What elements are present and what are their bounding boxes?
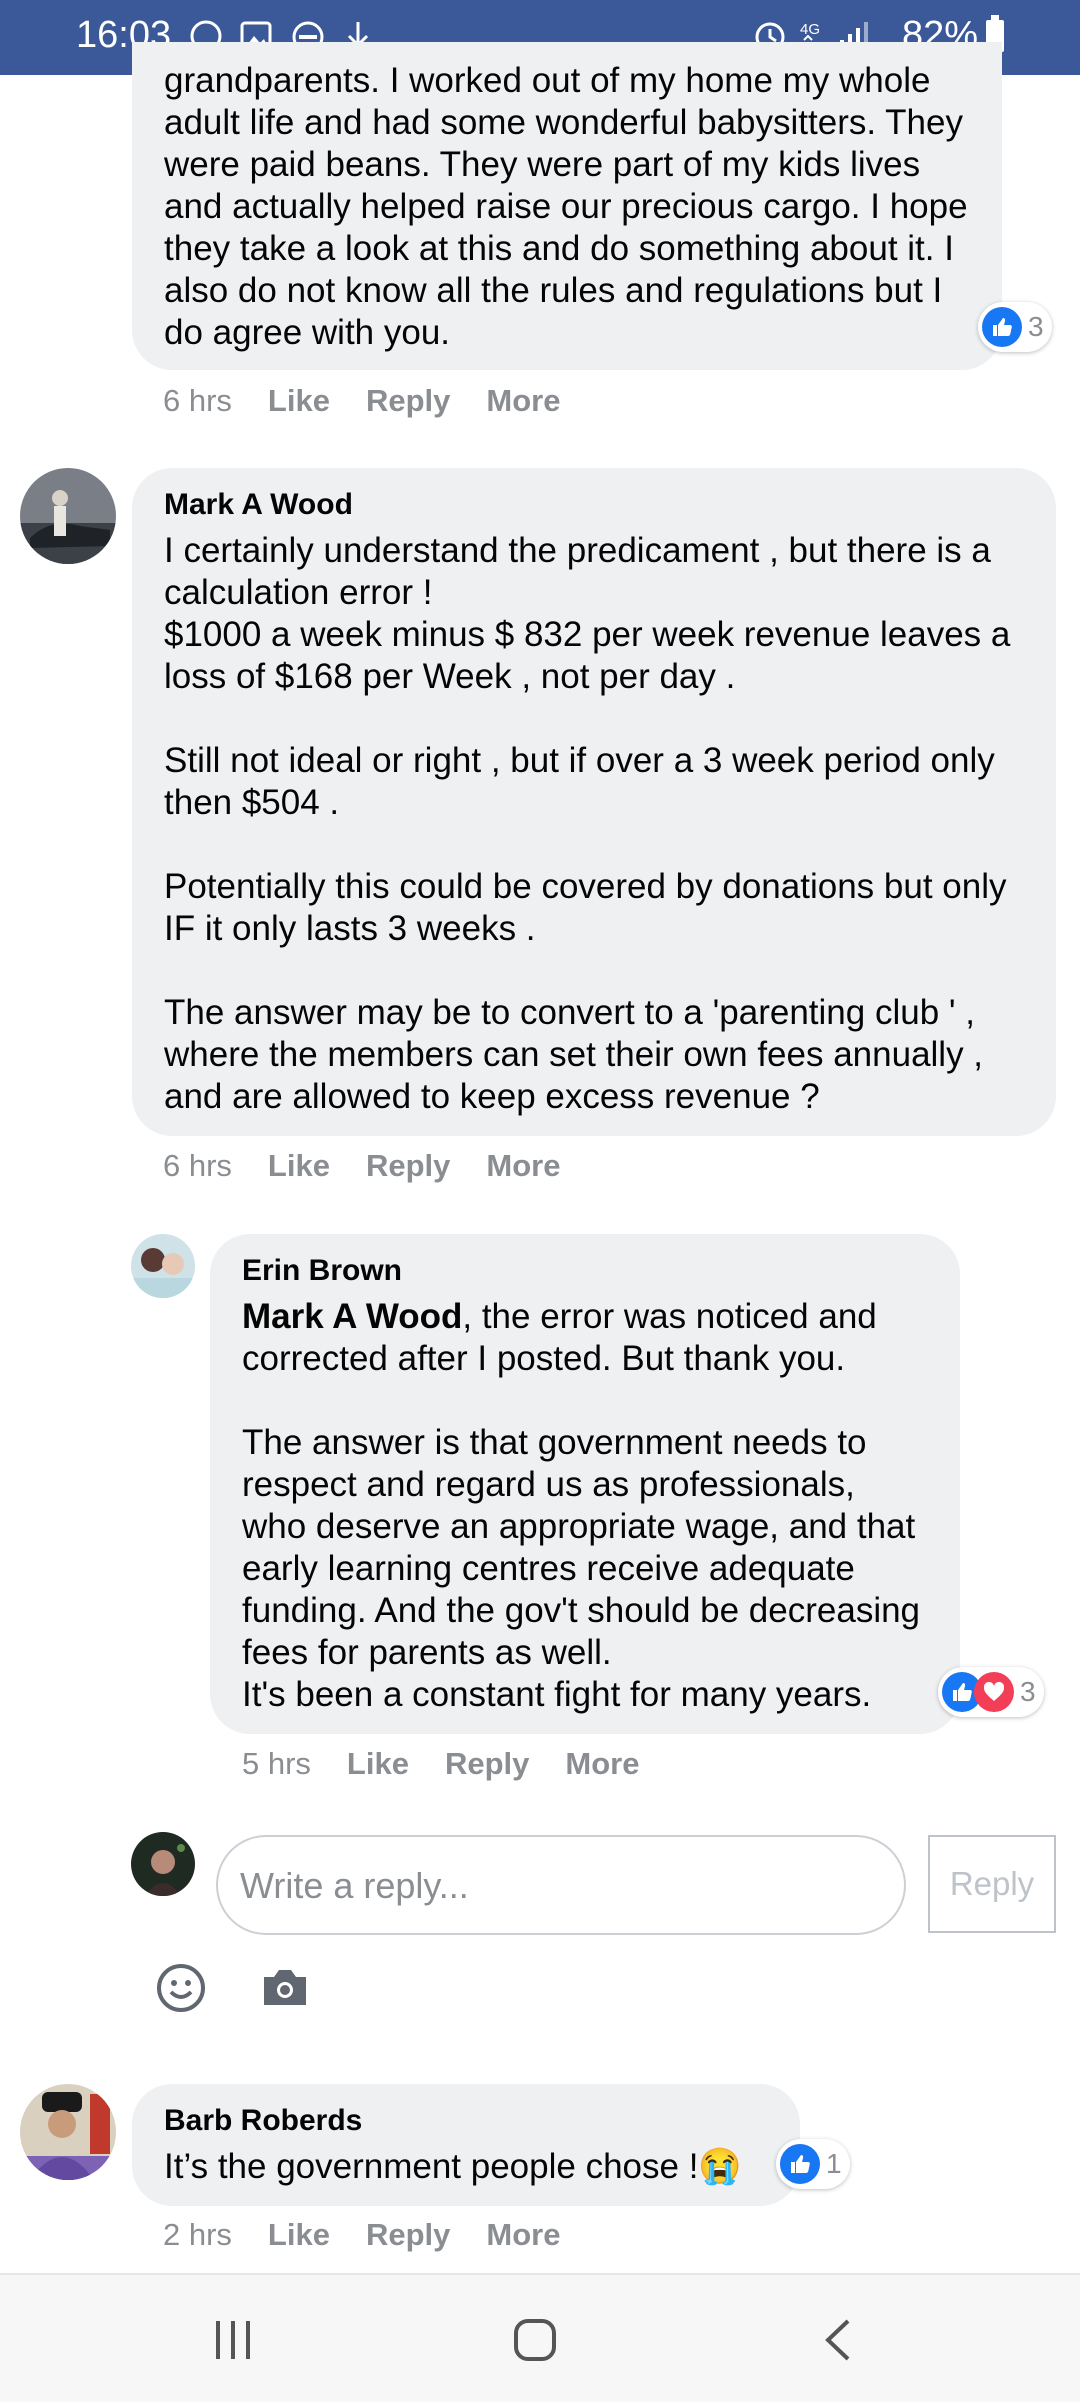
reaction-count[interactable]: 3 bbox=[938, 1667, 1044, 1717]
comment-author[interactable]: Barb Roberds bbox=[164, 2104, 768, 2138]
comment-bubble: grandparents. I worked out of my home my… bbox=[132, 42, 1002, 370]
comment-body: , the error was noticed and corrected af… bbox=[242, 1297, 921, 1714]
network-type: 4G bbox=[800, 21, 820, 38]
recents-icon[interactable] bbox=[212, 2319, 254, 2366]
comment-meta: 6 hrs Like Reply More bbox=[163, 1148, 560, 1184]
user-avatar bbox=[131, 1832, 195, 1896]
reply-submit-button[interactable]: Reply bbox=[928, 1835, 1056, 1933]
reaction-count[interactable]: 1 bbox=[776, 2139, 850, 2189]
emoji-icon[interactable] bbox=[155, 1962, 207, 2019]
comment-text: I certainly understand the predicament ,… bbox=[164, 531, 1011, 1116]
comment-time: 6 hrs bbox=[163, 1148, 232, 1183]
like-button[interactable]: Like bbox=[347, 1746, 409, 1782]
back-icon[interactable] bbox=[820, 2317, 856, 2368]
more-button[interactable]: More bbox=[486, 383, 560, 419]
comment-time: 6 hrs bbox=[163, 383, 232, 418]
like-icon bbox=[982, 307, 1022, 347]
comment-bubble: Erin Brown Mark A Wood, the error was no… bbox=[210, 1234, 960, 1734]
like-button[interactable]: Like bbox=[268, 2217, 330, 2253]
comment-meta: 5 hrs Like Reply More bbox=[242, 1746, 639, 1782]
more-button[interactable]: More bbox=[486, 2217, 560, 2253]
comment-text: It’s the government people chose !😭 bbox=[164, 2147, 742, 2186]
more-button[interactable]: More bbox=[486, 1148, 560, 1184]
more-button[interactable]: More bbox=[565, 1746, 639, 1782]
comment-text: grandparents. I worked out of my home my… bbox=[164, 61, 978, 352]
mention-link[interactable]: Mark A Wood bbox=[242, 1297, 462, 1336]
comment-meta: 6 hrs Like Reply More bbox=[163, 383, 560, 419]
home-icon[interactable] bbox=[512, 2317, 558, 2368]
system-nav-bar bbox=[0, 2273, 1080, 2402]
reaction-number: 3 bbox=[1020, 1676, 1036, 1707]
comment-meta: 2 hrs Like Reply More bbox=[163, 2217, 560, 2253]
reply-button[interactable]: Reply bbox=[366, 1148, 450, 1184]
comment-time: 2 hrs bbox=[163, 2217, 232, 2252]
reply-button[interactable]: Reply bbox=[445, 1746, 529, 1782]
avatar[interactable] bbox=[131, 1234, 195, 1298]
comment-author[interactable]: Mark A Wood bbox=[164, 488, 1024, 522]
like-button[interactable]: Like bbox=[268, 1148, 330, 1184]
love-icon bbox=[974, 1672, 1014, 1712]
reaction-count[interactable]: 3 bbox=[978, 302, 1052, 352]
avatar[interactable] bbox=[20, 2084, 116, 2180]
like-button[interactable]: Like bbox=[268, 383, 330, 419]
reaction-number: 1 bbox=[826, 2148, 842, 2179]
reply-button[interactable]: Reply bbox=[366, 2217, 450, 2253]
comment-bubble: Barb Roberds It’s the government people … bbox=[132, 2084, 800, 2206]
camera-icon[interactable] bbox=[260, 1965, 310, 2014]
reply-placeholder: Write a reply... bbox=[240, 1865, 469, 1906]
reaction-number: 3 bbox=[1028, 311, 1044, 342]
comment-author[interactable]: Erin Brown bbox=[242, 1254, 928, 1288]
avatar[interactable] bbox=[20, 468, 116, 564]
comment-text: Mark A Wood, the error was noticed and c… bbox=[242, 1296, 928, 1716]
comment-bubble: Mark A Wood I certainly understand the p… bbox=[132, 468, 1056, 1136]
like-icon bbox=[780, 2144, 820, 2184]
reply-button[interactable]: Reply bbox=[366, 383, 450, 419]
reply-input[interactable]: Write a reply... bbox=[216, 1835, 906, 1935]
comment-time: 5 hrs bbox=[242, 1746, 311, 1781]
